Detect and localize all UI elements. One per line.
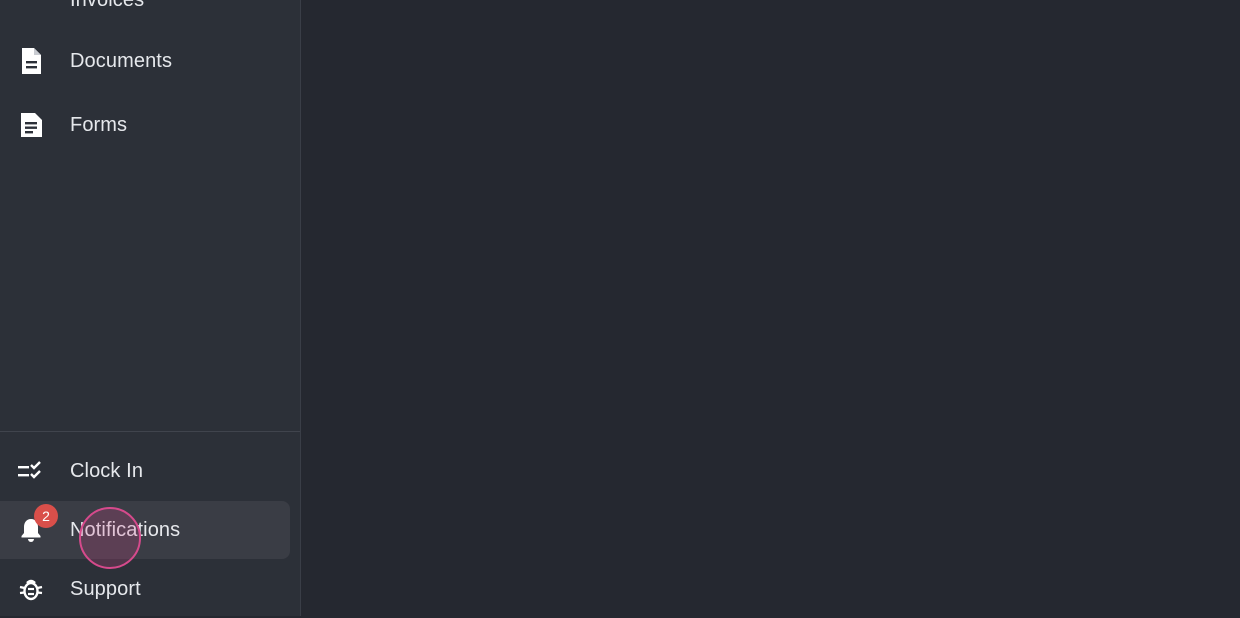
sidebar-item-label: Support [70,577,141,600]
sidebar-divider [0,431,300,432]
checklist-icon [17,457,45,485]
sidebar-item-label: Invoices [70,0,144,12]
form-icon [17,111,45,139]
sidebar-item-documents[interactable]: Documents [0,32,290,90]
main-content-area [301,0,1240,616]
sidebar-item-invoices[interactable]: Invoices [0,0,290,29]
document-icon [17,47,45,75]
bug-icon [17,575,45,603]
sidebar: Invoices Documents Forms [0,0,301,616]
sidebar-item-label: Forms [70,113,128,136]
sidebar-item-label: Clock In [70,459,144,482]
sidebar-item-support[interactable]: Support [0,560,290,618]
sidebar-item-label: Documents [70,49,173,72]
sidebar-item-forms[interactable]: Forms [0,96,290,154]
sidebar-item-clock-in[interactable]: Clock In [0,442,290,500]
sidebar-item-label: Notifications [70,518,181,541]
notification-count-badge: 2 [34,504,58,528]
